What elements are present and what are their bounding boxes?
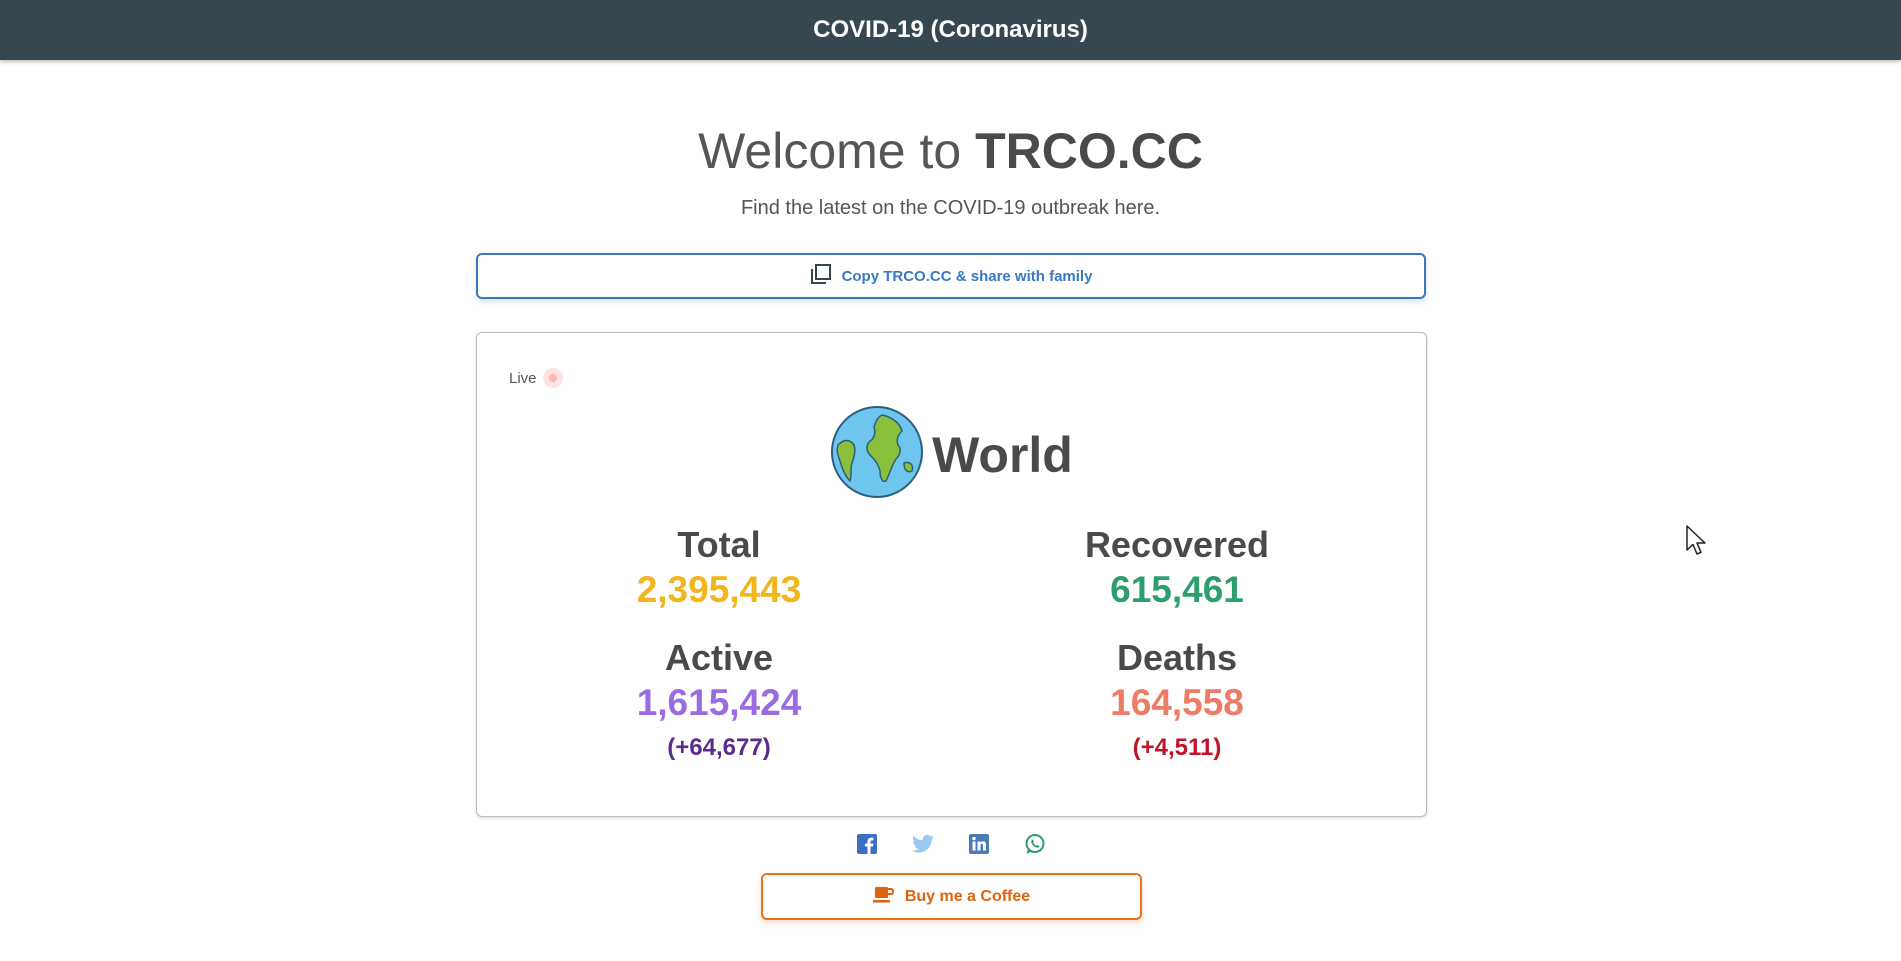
region-header: World <box>477 405 1426 504</box>
coffee-icon <box>872 884 895 909</box>
welcome-prefix: Welcome to <box>698 123 976 179</box>
buy-coffee-button[interactable]: Buy me a Coffee <box>761 873 1142 920</box>
stat-total-value: 2,395,443 <box>636 569 802 610</box>
live-pulse-icon <box>542 368 563 388</box>
stat-total: Total 2,395,443 <box>529 523 909 613</box>
stat-deaths: Deaths 164,558 (+4,511) <box>987 636 1367 770</box>
top-app-bar: COVID-19 (Coronavirus) <box>0 0 1901 60</box>
stat-recovered-label: Recovered <box>1084 524 1270 565</box>
page-subtitle: Find the latest on the COVID-19 outbreak… <box>740 197 1161 219</box>
stat-active: Active 1,615,424 (+64,677) <box>529 636 909 770</box>
linkedin-icon[interactable] <box>968 833 990 855</box>
globe-icon <box>830 405 924 504</box>
stat-active-value: 1,615,424 <box>636 682 802 723</box>
stats-card: Live World Total 2,395,443 Recovered 615… <box>476 332 1427 817</box>
app-title: COVID-19 (Coronavirus) <box>813 16 1088 43</box>
twitter-icon[interactable] <box>911 833 934 855</box>
stat-total-label: Total <box>677 524 761 565</box>
stat-deaths-delta: (+4,511) <box>1132 734 1222 761</box>
buy-coffee-label: Buy me a Coffee <box>904 887 1031 905</box>
brand-name: TRCO.CC <box>975 123 1203 179</box>
mouse-cursor-icon <box>1686 525 1708 562</box>
region-name: World <box>932 426 1073 483</box>
welcome-heading: Welcome to TRCO.CC <box>0 122 1901 180</box>
live-indicator: Live <box>509 368 563 388</box>
stat-recovered: Recovered 615,461 <box>987 523 1367 613</box>
stat-deaths-label: Deaths <box>1116 637 1238 678</box>
share-icons-row <box>0 833 1901 855</box>
copy-icon <box>810 263 832 290</box>
whatsapp-icon[interactable] <box>1024 833 1046 855</box>
stat-active-label: Active <box>664 637 774 678</box>
copy-share-button[interactable]: Copy TRCO.CC & share with family <box>476 253 1426 299</box>
stat-active-delta: (+64,677) <box>667 734 771 761</box>
stat-deaths-value: 164,558 <box>1110 682 1244 723</box>
copy-share-label: Copy TRCO.CC & share with family <box>841 267 1093 285</box>
stat-recovered-value: 615,461 <box>1110 569 1244 610</box>
live-label: Live <box>509 369 537 387</box>
facebook-icon[interactable] <box>856 833 878 855</box>
